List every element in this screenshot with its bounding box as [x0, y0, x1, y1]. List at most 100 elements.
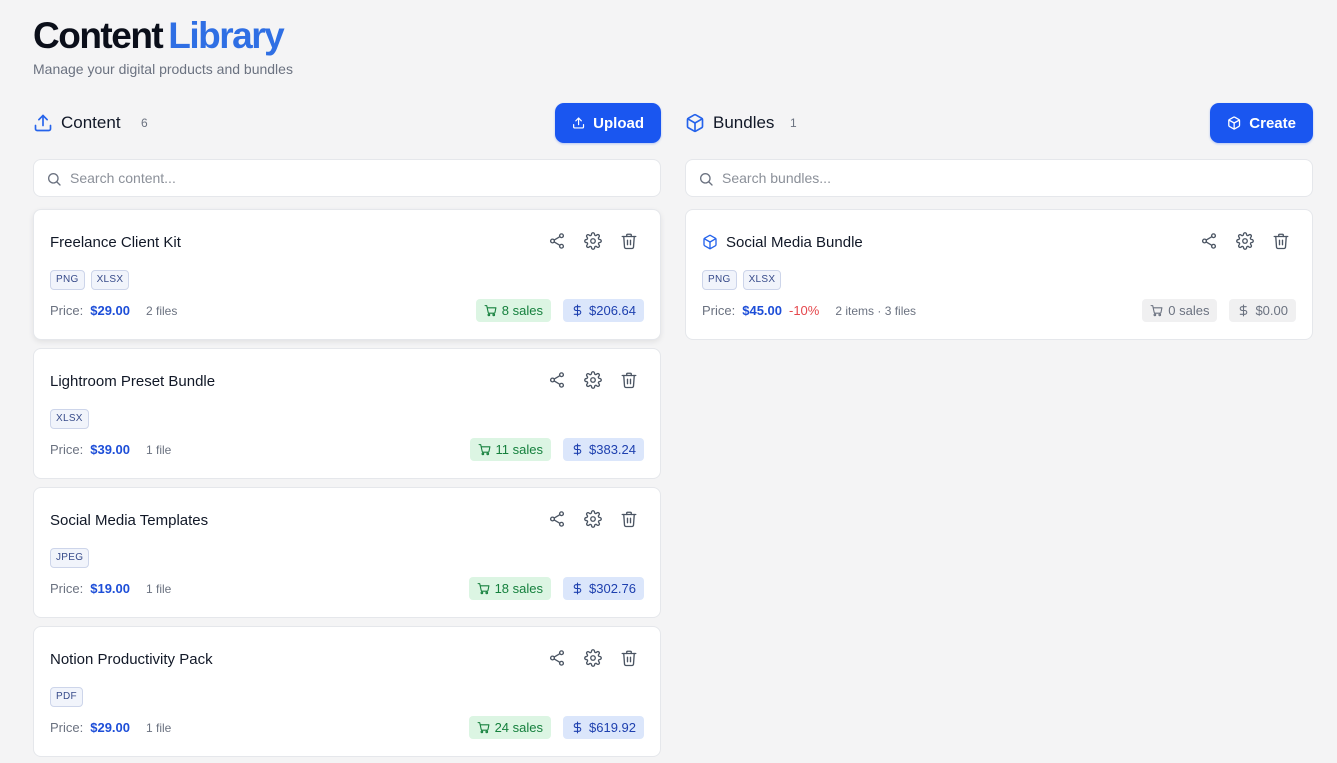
card-meta: Price: $29.00 2 files: [50, 303, 177, 318]
upload-icon: [33, 113, 53, 133]
price-label: Price:: [50, 442, 84, 457]
dollar-icon: [1240, 304, 1248, 317]
content-section-header: Content 6 Upload: [33, 103, 661, 143]
price-value: $45.00: [742, 303, 782, 318]
dollar-icon: [573, 443, 582, 456]
content-card[interactable]: Lightroom Preset Bundle XLSX Price: $39.…: [33, 348, 661, 479]
file-type-tags: PNG XLSX: [50, 270, 130, 290]
revenue-value: $206.64: [589, 303, 636, 318]
trash-icon[interactable]: [620, 232, 638, 250]
sales-count: 24 sales: [494, 720, 543, 735]
create-button[interactable]: Create: [1210, 103, 1313, 143]
sales-badge: 0 sales: [1142, 299, 1218, 322]
price-value: $19.00: [90, 581, 130, 596]
revenue-value: $619.92: [589, 720, 636, 735]
gear-icon[interactable]: [584, 510, 602, 528]
file-type-tag: PNG: [50, 270, 85, 290]
discount-badge: -10%: [789, 303, 820, 318]
card-actions: [548, 371, 638, 389]
gear-icon[interactable]: [584, 232, 602, 250]
revenue-badge: $383.24: [563, 438, 644, 461]
gear-icon[interactable]: [584, 371, 602, 389]
item-count: 2 items · 3 files: [835, 304, 917, 318]
cart-icon: [1150, 305, 1163, 317]
bundle-card[interactable]: Social Media Bundle PNG XLSX Price: $45.…: [685, 209, 1313, 340]
file-type-tag: XLSX: [742, 270, 782, 290]
content-card-title: Social Media Templates: [50, 512, 209, 529]
file-count: 1 file: [146, 721, 172, 735]
cart-icon: [484, 305, 497, 317]
cube-icon: [685, 113, 705, 133]
gear-icon[interactable]: [1236, 232, 1254, 250]
card-meta: Price: $45.00 -10% 2 items · 3 files: [702, 303, 916, 318]
page-title: Content Library: [33, 14, 285, 58]
revenue-badge: $206.64: [563, 299, 644, 322]
bundles-count-badge: 1: [790, 116, 797, 130]
content-search-input[interactable]: [70, 168, 630, 188]
revenue-badge: $0.00: [1229, 299, 1296, 322]
file-type-tag: PNG: [702, 270, 737, 290]
revenue-badge: $619.92: [563, 716, 644, 739]
price-label: Price:: [50, 303, 84, 318]
file-type-tags: PDF: [50, 687, 83, 707]
content-card-title: Lightroom Preset Bundle: [50, 373, 216, 390]
content-card[interactable]: Freelance Client Kit PNG XLSX Price: $29…: [33, 209, 661, 340]
sales-badge: 24 sales: [468, 716, 551, 739]
share-icon[interactable]: [548, 371, 566, 389]
content-card-title: Freelance Client Kit: [50, 234, 181, 251]
share-icon[interactable]: [548, 649, 566, 667]
page-title-part2: Library: [168, 15, 284, 56]
content-library-page: Content Library Manage your digital produ…: [0, 0, 1337, 763]
sales-badge: 8 sales: [475, 299, 551, 322]
dollar-icon: [573, 582, 582, 595]
sales-badge: 11 sales: [469, 438, 551, 461]
card-actions: [1200, 232, 1290, 250]
price-value: $29.00: [90, 720, 130, 735]
card-stats: 24 sales $619.92: [468, 716, 644, 739]
create-button-label: Create: [1249, 114, 1296, 132]
page-title-part1: Content: [33, 15, 164, 56]
content-section-title: Content: [61, 113, 121, 132]
card-stats: 0 sales $0.00: [1142, 299, 1296, 322]
revenue-value: $0.00: [1255, 303, 1288, 318]
bundles-section-title: Bundles: [713, 113, 775, 132]
cart-icon: [477, 583, 490, 595]
upload-button[interactable]: Upload: [555, 103, 661, 143]
trash-icon[interactable]: [620, 649, 638, 667]
sales-badge: 18 sales: [468, 577, 551, 600]
bundles-search-input[interactable]: [722, 168, 1282, 188]
file-count: 1 file: [146, 443, 172, 457]
sales-count: 8 sales: [501, 303, 543, 318]
file-type-tag: XLSX: [90, 270, 130, 290]
file-count: 2 files: [146, 304, 178, 318]
content-card[interactable]: Notion Productivity Pack PDF Price: $29.…: [33, 626, 661, 757]
file-type-tag: PDF: [50, 687, 83, 707]
content-count-badge: 6: [141, 116, 148, 130]
trash-icon[interactable]: [1272, 232, 1290, 250]
share-icon[interactable]: [1200, 232, 1218, 250]
trash-icon[interactable]: [620, 371, 638, 389]
bundles-search: [685, 159, 1313, 197]
file-type-tag: JPEG: [50, 548, 90, 568]
bundle-card-title: Social Media Bundle: [726, 234, 863, 251]
search-icon: [48, 173, 61, 186]
trash-icon[interactable]: [620, 510, 638, 528]
file-count: 1 file: [146, 582, 172, 596]
share-icon[interactable]: [548, 510, 566, 528]
card-stats: 8 sales $206.64: [475, 299, 644, 322]
content-search: [33, 159, 661, 197]
content-card[interactable]: Social Media Templates JPEG Price: $19.0…: [33, 487, 661, 618]
card-meta: Price: $39.00 1 file: [50, 442, 171, 457]
revenue-value: $383.24: [589, 442, 636, 457]
card-stats: 11 sales $383.24: [469, 438, 644, 461]
gear-icon[interactable]: [584, 649, 602, 667]
dollar-icon: [573, 721, 582, 734]
revenue-value: $302.76: [589, 581, 636, 596]
price-label: Price:: [702, 303, 736, 318]
card-meta: Price: $29.00 1 file: [50, 720, 171, 735]
upload-button-label: Upload: [593, 114, 644, 132]
file-type-tag: XLSX: [50, 409, 89, 429]
file-type-tags: XLSX: [50, 409, 89, 429]
price-label: Price:: [50, 720, 84, 735]
share-icon[interactable]: [548, 232, 566, 250]
